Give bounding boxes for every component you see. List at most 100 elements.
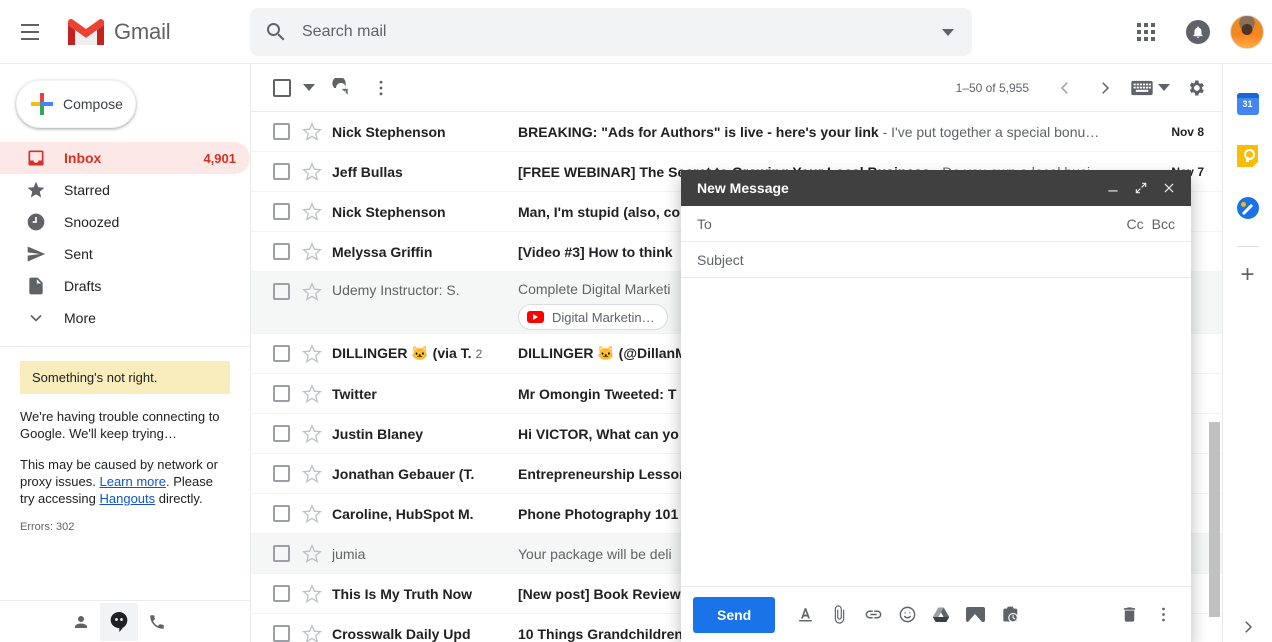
hamburger-icon[interactable] <box>6 8 54 56</box>
star-icon[interactable] <box>302 121 322 142</box>
compose-more-options-button[interactable] <box>1147 599 1179 631</box>
sidebar-item-inbox[interactable]: Inbox 4,901 <box>0 142 250 174</box>
plus-icon[interactable]: + <box>1240 263 1254 287</box>
cc-button[interactable]: Cc <box>1127 216 1144 232</box>
email-subject: [New post] Book Review <box>518 585 681 602</box>
sidebar-item-snoozed[interactable]: Snoozed <box>0 206 250 238</box>
row-checkbox[interactable] <box>273 545 290 562</box>
refresh-button[interactable] <box>321 68 361 108</box>
table-row[interactable]: Nick Stephenson BREAKING: "Ads for Autho… <box>251 112 1222 152</box>
gmail-logo[interactable]: Gmail <box>66 17 171 47</box>
gear-icon <box>1189 80 1204 95</box>
sidebar-item-sent[interactable]: Sent <box>0 238 250 270</box>
close-button[interactable] <box>1155 174 1183 202</box>
star-icon[interactable] <box>302 201 322 222</box>
row-checkbox[interactable] <box>273 625 290 642</box>
compose-button[interactable]: Compose <box>16 80 136 128</box>
insert-drive-button[interactable] <box>925 599 957 631</box>
conversations-tab[interactable] <box>100 602 138 641</box>
hangouts-link[interactable]: Hangouts <box>99 491 155 506</box>
contacts-tab[interactable] <box>62 603 100 641</box>
send-button[interactable]: Send <box>693 596 776 633</box>
star-icon[interactable] <box>302 543 322 564</box>
row-checkbox[interactable] <box>273 283 290 300</box>
insert-photo-icon <box>965 607 985 622</box>
email-subject: Phone Photography 101 <box>518 505 679 522</box>
row-checkbox[interactable] <box>273 345 290 362</box>
row-checkbox[interactable] <box>273 425 290 442</box>
insert-link-button[interactable] <box>857 599 889 631</box>
select-all-dropdown[interactable] <box>297 78 321 97</box>
star-icon[interactable] <box>302 423 322 444</box>
input-tools-button[interactable] <box>1131 80 1170 96</box>
hangouts-tab-bar <box>0 600 250 642</box>
email-subject: BREAKING: "Ads for Authors" is live - he… <box>518 123 879 140</box>
minimize-button[interactable] <box>1099 174 1127 202</box>
row-checkbox[interactable] <box>273 163 290 180</box>
calendar-button[interactable]: 31 <box>1228 84 1268 124</box>
search-icon[interactable] <box>264 20 288 44</box>
star-icon[interactable] <box>302 503 322 524</box>
search-input[interactable] <box>302 23 924 41</box>
google-apps-button[interactable] <box>1122 8 1170 56</box>
insert-emoji-button[interactable] <box>891 599 923 631</box>
calls-tab[interactable] <box>138 603 176 641</box>
insert-photo-button[interactable] <box>959 599 991 631</box>
confidential-mode-button[interactable] <box>993 599 1025 631</box>
email-list-scrollbar[interactable] <box>1209 422 1220 617</box>
star-icon[interactable] <box>302 623 322 642</box>
popout-button[interactable] <box>1127 174 1155 202</box>
trash-icon <box>1123 607 1135 622</box>
learn-more-link[interactable]: Learn more <box>99 474 165 489</box>
row-checkbox[interactable] <box>273 505 290 522</box>
more-actions-button[interactable] <box>361 68 401 108</box>
row-checkbox[interactable] <box>273 585 290 602</box>
email-subject: [Video #3] How to think <box>518 243 673 260</box>
row-checkbox[interactable] <box>273 465 290 482</box>
sidebar-item-label: Snoozed <box>64 214 120 230</box>
next-page-button[interactable] <box>1085 68 1125 108</box>
attach-file-button[interactable] <box>823 599 855 631</box>
star-icon[interactable] <box>302 463 322 484</box>
previous-page-button[interactable] <box>1045 68 1085 108</box>
star-icon[interactable] <box>302 241 322 262</box>
email-sender: Udemy Instructor: S. <box>332 282 460 298</box>
star-icon[interactable] <box>302 383 322 404</box>
sidebar-item-more[interactable]: More <box>0 302 250 334</box>
expand-panel-button[interactable] <box>1239 618 1257 636</box>
sidebar-item-starred[interactable]: Starred <box>0 174 250 206</box>
phone-icon <box>150 614 164 629</box>
avatar[interactable] <box>1230 15 1264 49</box>
row-checkbox[interactable] <box>273 385 290 402</box>
discard-draft-button[interactable] <box>1113 599 1145 631</box>
message-body-input[interactable] <box>681 278 1191 586</box>
pagination-count: 1–50 of 5,955 <box>955 80 1029 95</box>
inbox-unread-count: 4,901 <box>203 150 236 166</box>
to-input[interactable] <box>717 215 1119 232</box>
bcc-button[interactable]: Bcc <box>1152 216 1175 232</box>
star-icon[interactable] <box>302 282 322 302</box>
star-icon[interactable] <box>302 161 322 182</box>
tasks-button[interactable] <box>1228 188 1268 228</box>
hangouts-icon <box>110 611 128 632</box>
top-bar-actions <box>1122 0 1264 64</box>
formatting-options-button[interactable] <box>789 599 821 631</box>
subject-input[interactable] <box>697 251 1175 268</box>
keep-button[interactable] <box>1228 136 1268 176</box>
notifications-button[interactable] <box>1174 8 1222 56</box>
settings-button[interactable] <box>1176 68 1216 108</box>
row-checkbox[interactable] <box>273 203 290 220</box>
sidebar-item-drafts[interactable]: Drafts <box>0 270 250 302</box>
star-icon[interactable] <box>302 343 322 364</box>
compose-header[interactable]: New Message <box>681 170 1191 206</box>
compose-window: New Message To Cc Bcc Subject Send <box>681 170 1191 642</box>
attachment-chip[interactable]: Digital Marketin… <box>518 304 668 330</box>
row-checkbox[interactable] <box>273 243 290 260</box>
star-icon[interactable] <box>302 583 322 604</box>
keyboard-icon <box>1131 80 1153 95</box>
insert-drive-icon <box>933 607 950 622</box>
to-label: To <box>697 215 712 232</box>
select-all-checkbox[interactable] <box>273 78 291 97</box>
row-checkbox[interactable] <box>273 123 290 140</box>
search-options-button[interactable] <box>924 8 972 56</box>
